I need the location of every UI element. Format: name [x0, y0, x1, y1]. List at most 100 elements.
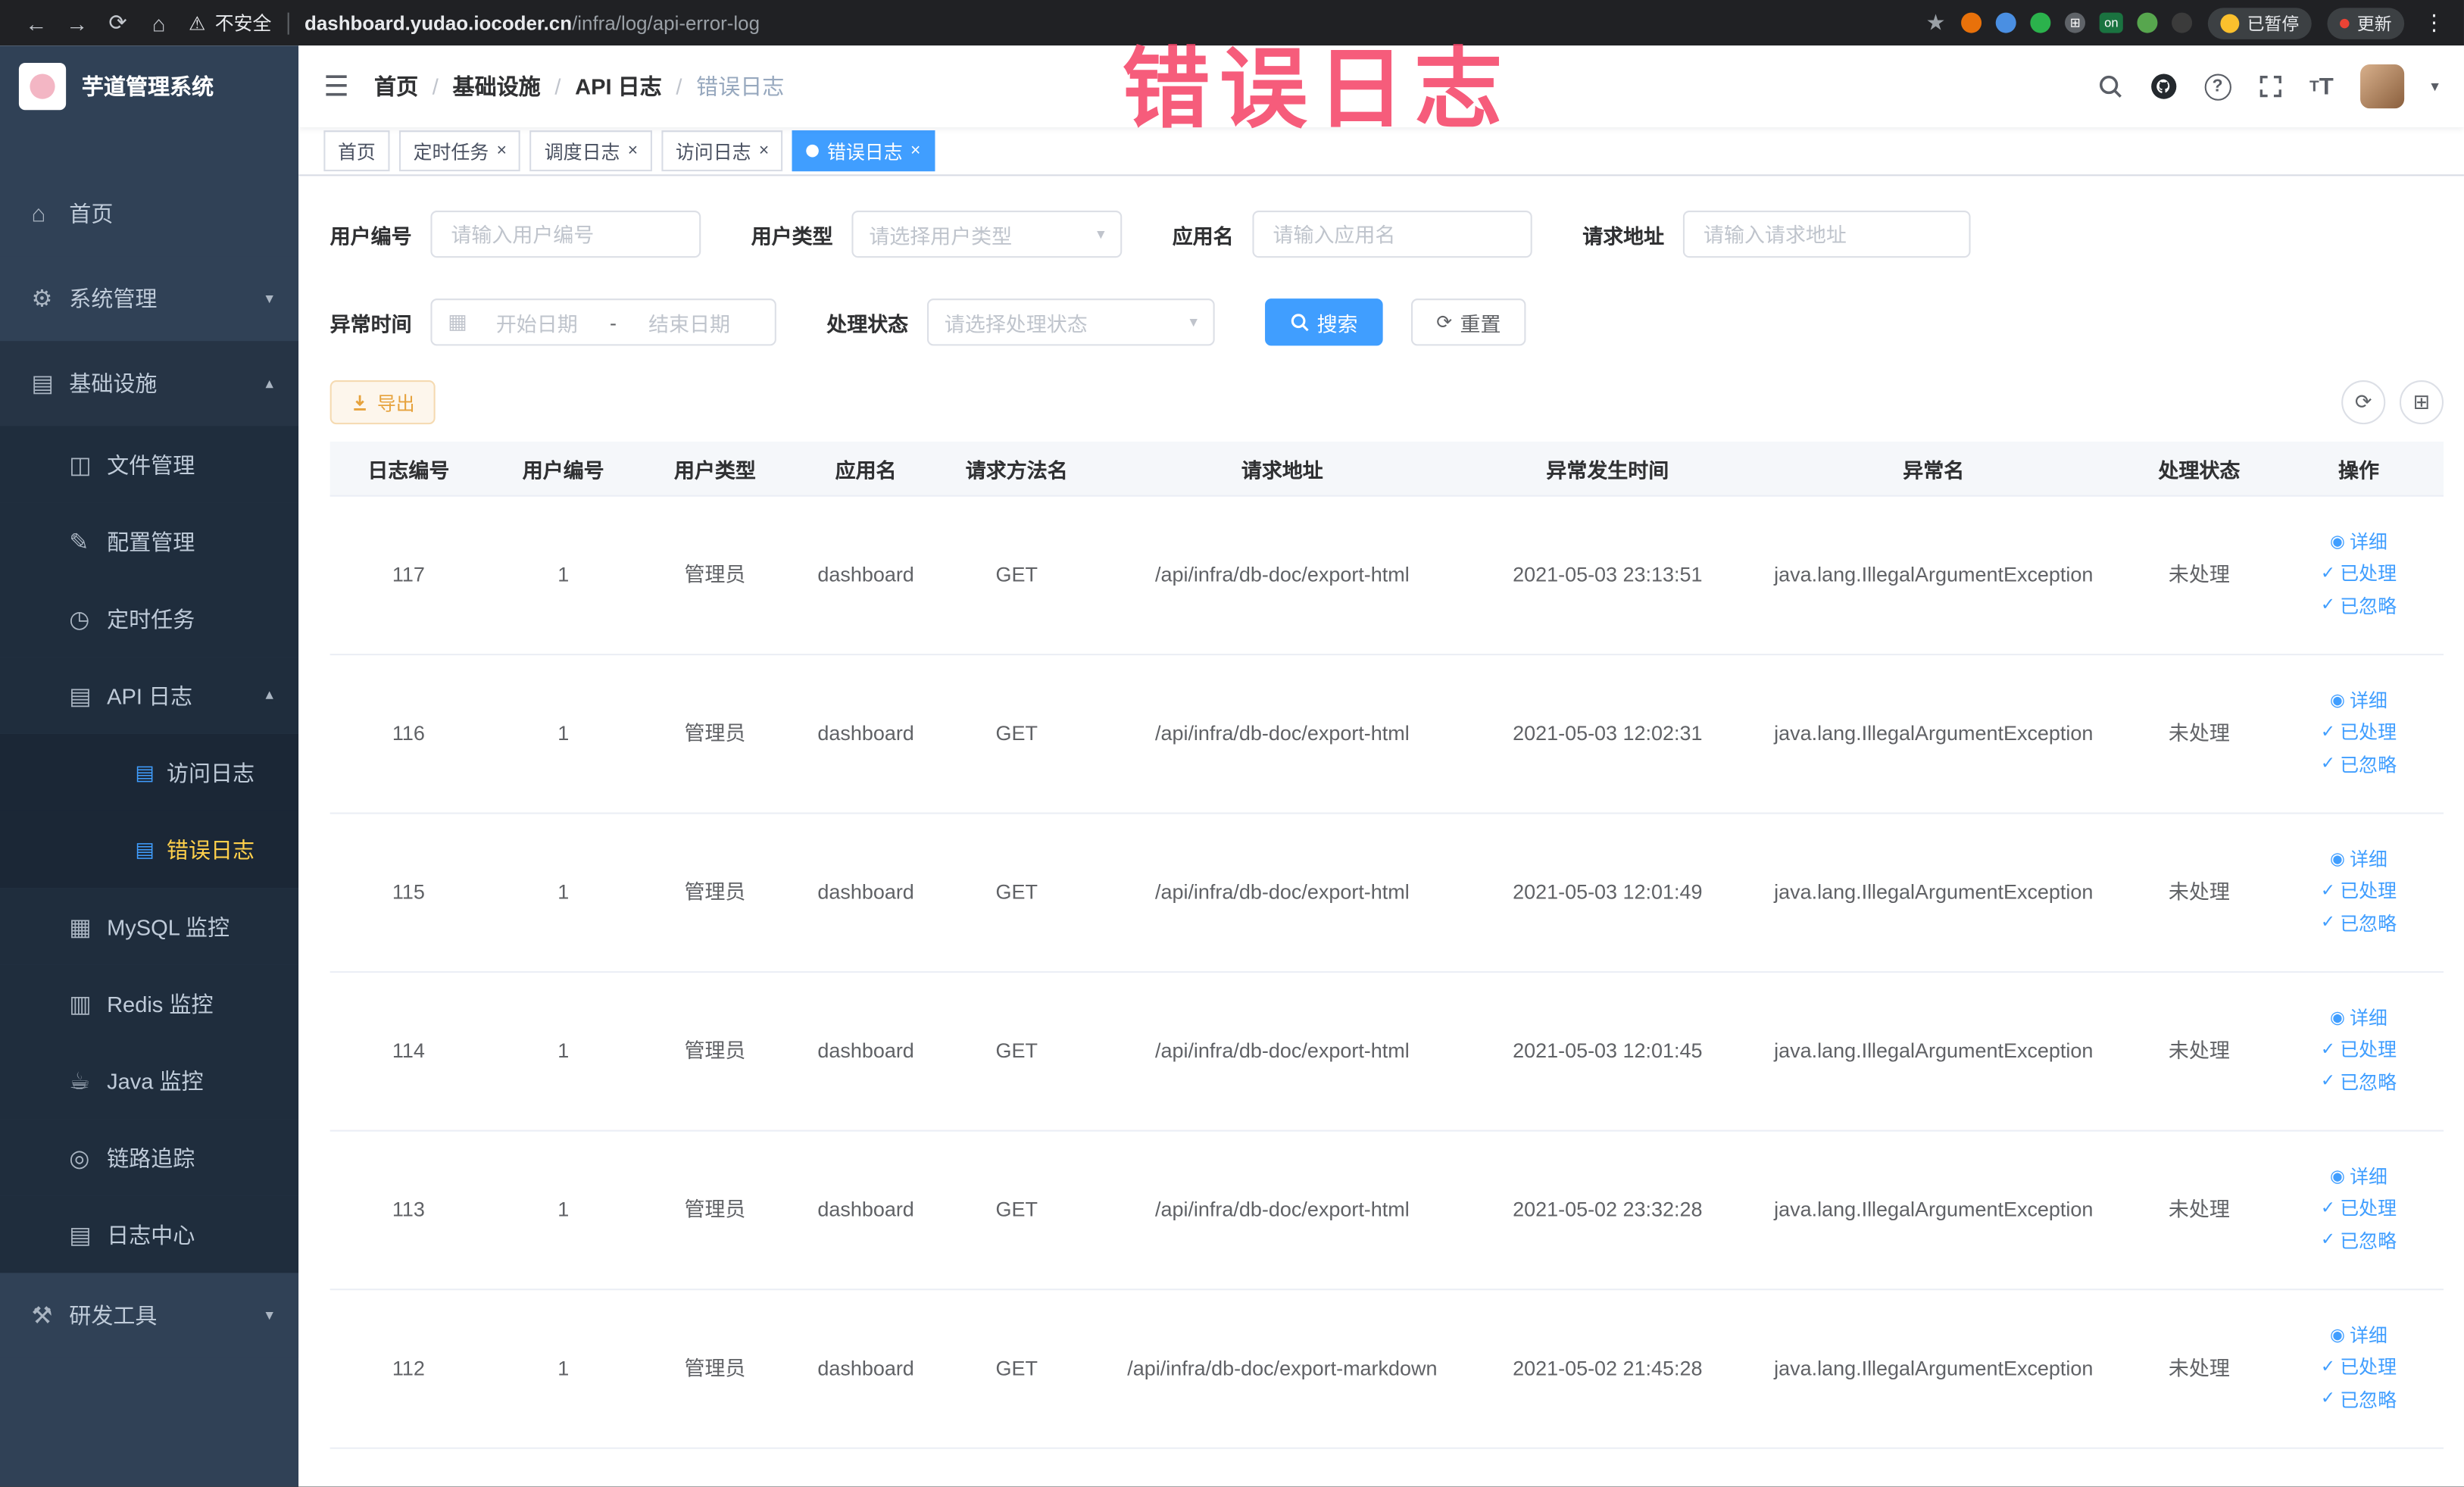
- address-bar[interactable]: dashboard.yudao.iocoder.cn/infra/log/api…: [304, 12, 760, 34]
- avatar[interactable]: [2359, 64, 2405, 109]
- column-header: 用户类型: [673, 458, 756, 482]
- sidebar-item-tracing[interactable]: ◎ 链路追踪: [0, 1119, 299, 1196]
- security-chip[interactable]: ⚠ 不安全: [189, 9, 271, 36]
- search-button[interactable]: 搜索: [1265, 298, 1383, 346]
- close-icon[interactable]: ×: [497, 142, 507, 161]
- extension-orange-icon[interactable]: [1961, 12, 1982, 33]
- sidebar-item-scheduled-jobs[interactable]: ◷ 定时任务: [0, 579, 299, 658]
- sidebar-item-redis-monitor[interactable]: ▥ Redis 监控: [0, 964, 299, 1042]
- cell-user-type: 管理员: [684, 1038, 746, 1062]
- detail-link[interactable]: ◉ 详细: [2330, 1164, 2387, 1192]
- github-icon[interactable]: [2149, 72, 2177, 100]
- cell-method: GET: [995, 720, 1038, 745]
- breadcrumb-item[interactable]: API 日志: [541, 70, 662, 102]
- tab[interactable]: 首页: [323, 130, 390, 172]
- processed-link[interactable]: ✓ 已处理: [2321, 720, 2397, 748]
- tab[interactable]: 错误日志 ×: [792, 130, 935, 172]
- processed-link[interactable]: ✓ 已处理: [2321, 879, 2397, 906]
- cell-status: 未处理: [2168, 1038, 2230, 1062]
- check-icon: ✓: [2320, 1389, 2336, 1409]
- cell-actions: ◉ 详细 ✓ 已处理 ✓ 已忽略: [2274, 973, 2444, 1129]
- detail-link[interactable]: ◉ 详细: [2330, 688, 2387, 715]
- sidebar-item-infrastructure[interactable]: ▤ 基础设施 ▴: [0, 341, 299, 426]
- sidebar-item-error-log[interactable]: ▤ 错误日志: [0, 811, 299, 889]
- sidebar-item-file-manage[interactable]: ◫ 文件管理: [0, 426, 299, 503]
- eye-icon: ◉: [2329, 1167, 2345, 1186]
- check-icon: ✓: [2320, 1231, 2336, 1251]
- paused-badge[interactable]: 已暂停: [2207, 7, 2312, 39]
- close-icon[interactable]: ×: [910, 142, 920, 161]
- sidebar-item-home[interactable]: ⌂ 首页: [0, 171, 299, 257]
- detail-link[interactable]: ◉ 详细: [2330, 530, 2387, 557]
- breadcrumb-item[interactable]: 错误日志: [662, 70, 784, 102]
- extension-grid-icon[interactable]: ⊞: [2065, 12, 2086, 33]
- detail-link[interactable]: ◉ 详细: [2330, 1323, 2387, 1351]
- ignored-link[interactable]: ✓ 已忽略: [2321, 911, 2397, 939]
- column-settings-button[interactable]: ⊞: [2399, 380, 2444, 425]
- ignored-link[interactable]: ✓ 已忽略: [2321, 1070, 2397, 1097]
- detail-link[interactable]: ◉ 详细: [2330, 1006, 2387, 1033]
- extension-blue-icon[interactable]: [1995, 12, 2016, 33]
- reload-icon[interactable]: ⟳: [98, 9, 139, 36]
- update-button[interactable]: 更新: [2327, 7, 2405, 39]
- processed-link[interactable]: ✓ 已处理: [2321, 1355, 2397, 1382]
- sidebar-item-config-manage[interactable]: ✎ 配置管理: [0, 502, 299, 580]
- sidebar-logo: 芋道管理系统: [0, 45, 298, 127]
- browser-menu-icon[interactable]: ⋮: [2420, 9, 2448, 36]
- ignored-link[interactable]: ✓ 已忽略: [2321, 752, 2397, 779]
- cell-exception-time: 2021-05-03 23:13:51: [1513, 561, 1703, 586]
- ignored-link[interactable]: ✓ 已忽略: [2321, 1229, 2397, 1256]
- close-icon[interactable]: ×: [759, 142, 769, 161]
- search-icon[interactable]: [2097, 74, 2122, 99]
- reset-button[interactable]: ⟳ 重置: [1411, 298, 1526, 346]
- detail-link[interactable]: ◉ 详细: [2330, 847, 2387, 874]
- user-type-select[interactable]: 请选择用户类型 ▾: [851, 210, 1123, 258]
- date-range-picker[interactable]: ▦ 开始日期 - 结束日期: [430, 298, 776, 346]
- ignored-link[interactable]: ✓ 已忽略: [2321, 594, 2397, 621]
- breadcrumb-item[interactable]: 基础设施: [418, 70, 541, 102]
- cell-user-id: 1: [557, 1196, 570, 1221]
- extension-on-badge-icon[interactable]: on: [2099, 12, 2123, 33]
- app-name-input[interactable]: [1252, 210, 1532, 258]
- extension-leaf-icon[interactable]: [2137, 12, 2158, 33]
- cell-method: GET: [995, 1038, 1038, 1062]
- refresh-table-button[interactable]: ⟳: [2341, 380, 2386, 425]
- tab[interactable]: 访问日志 ×: [661, 130, 783, 172]
- sidebar-item-api-log[interactable]: ▤ API 日志 ▴: [0, 657, 299, 734]
- download-icon: [354, 395, 366, 411]
- home-icon[interactable]: ⌂: [139, 10, 180, 35]
- user-id-input[interactable]: [430, 210, 701, 258]
- fullscreen-icon[interactable]: [2258, 74, 2283, 99]
- font-size-icon[interactable]: TT: [2309, 73, 2334, 99]
- processed-link[interactable]: ✓ 已处理: [2321, 1038, 2397, 1065]
- sidebar-item-log-center[interactable]: ▤ 日志中心: [0, 1195, 299, 1273]
- help-icon[interactable]: ?: [2204, 73, 2231, 100]
- sidebar-item-system[interactable]: ⚙ 系统管理 ▾: [0, 256, 299, 342]
- forward-icon[interactable]: →: [57, 10, 98, 35]
- sidebar-item-label: 首页: [69, 201, 114, 226]
- browser-toolbar: ← → ⟳ ⌂ ⚠ 不安全 dashboard.yudao.iocoder.cn…: [0, 0, 2464, 46]
- gear-icon: ⚙: [31, 286, 53, 313]
- sidebar-item-mysql-monitor[interactable]: ▦ MySQL 监控: [0, 888, 299, 965]
- request-url-input[interactable]: [1683, 210, 1971, 258]
- extension-green-icon[interactable]: [2030, 12, 2051, 33]
- sidebar-item-access-log[interactable]: ▤ 访问日志: [0, 733, 299, 811]
- close-icon[interactable]: ×: [628, 142, 638, 161]
- breadcrumb-item[interactable]: 首页: [374, 70, 418, 102]
- export-button[interactable]: 导出: [329, 380, 436, 425]
- process-status-select[interactable]: 请选择处理状态 ▾: [927, 298, 1215, 346]
- extension-paw-icon[interactable]: [2172, 12, 2193, 33]
- tab[interactable]: 定时任务 ×: [398, 130, 521, 172]
- tab[interactable]: 调度日志 ×: [530, 130, 652, 172]
- sidebar-item-java-monitor[interactable]: ☕ Java 监控: [0, 1042, 299, 1120]
- ignored-link[interactable]: ✓ 已忽略: [2321, 1387, 2397, 1414]
- bookmark-star-icon[interactable]: ★: [1925, 9, 1945, 36]
- cell-user-type: 管理员: [684, 561, 746, 586]
- processed-link[interactable]: ✓ 已处理: [2321, 561, 2397, 589]
- hamburger-icon[interactable]: ☰: [323, 70, 348, 103]
- processed-link[interactable]: ✓ 已处理: [2321, 1196, 2397, 1223]
- chevron-down-icon[interactable]: ▾: [2431, 78, 2438, 95]
- sidebar-item-dev-tools[interactable]: ⚒ 研发工具 ▾: [0, 1273, 299, 1358]
- navbar-right: ? TT ▾: [2097, 64, 2439, 109]
- back-icon[interactable]: ←: [16, 10, 57, 35]
